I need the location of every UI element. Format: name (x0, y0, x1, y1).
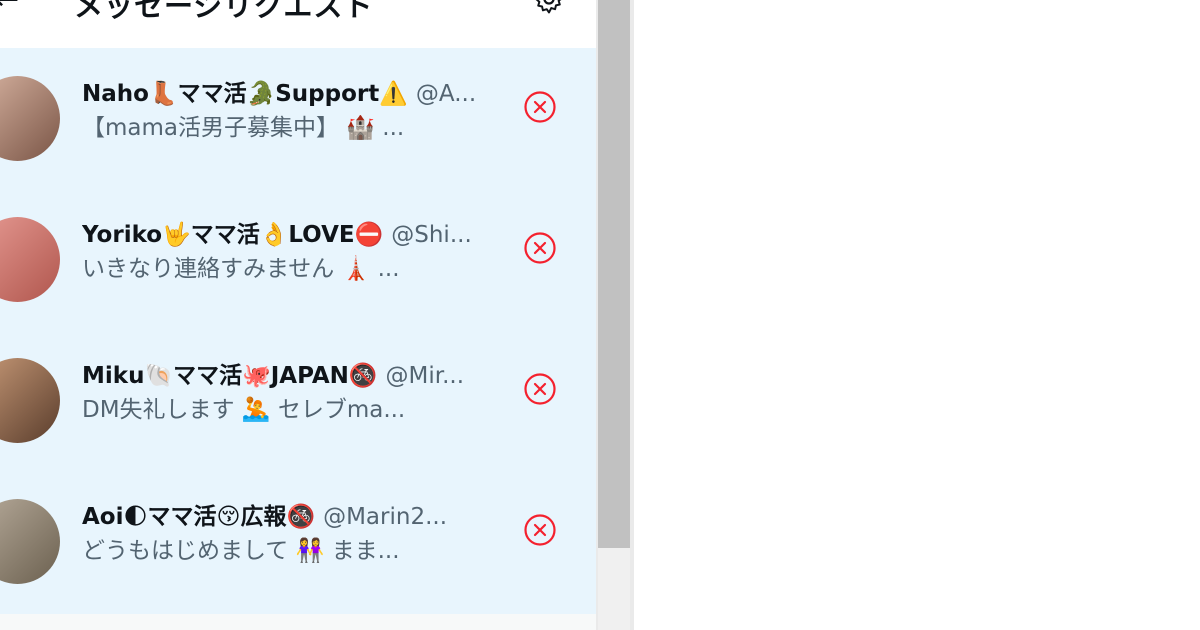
list-footer (0, 614, 596, 630)
request-list: Naho👢ママ活🐊Support⚠️ @A... 【mama活男子募集中】 🏰 .… (0, 48, 596, 614)
handle: @Mir... (385, 363, 465, 389)
avatar-image (0, 358, 60, 443)
display-name: Yoriko🤟ママ活👌LOVE⛔ (82, 222, 384, 248)
handle: @A... (415, 81, 477, 107)
request-row[interactable]: Yoriko🤟ママ活👌LOVE⛔ @Shi... いきなり連絡すみません 🗼 ..… (0, 189, 596, 330)
gear-icon[interactable] (532, 0, 566, 16)
message-requests-panel: ← メッセージリクエスト Naho👢ママ活🐊Support⚠️ @A... 【ma… (0, 0, 596, 630)
avatar[interactable] (0, 358, 60, 443)
display-name: Miku🐚ママ活🐙JAPAN🚳 (82, 363, 378, 389)
scrollbar-thumb[interactable] (598, 0, 630, 548)
avatar-image (0, 217, 60, 302)
page-title: メッセージリクエスト (74, 0, 374, 23)
display-name: Naho👢ママ活🐊Support⚠️ (82, 81, 408, 107)
message-preview: いきなり連絡すみません 🗼 ... (82, 256, 400, 282)
message-preview: どうもはじめまして 👭 まま... (82, 538, 400, 564)
scrollbar-track-lower[interactable] (598, 548, 630, 630)
x-circle-icon[interactable] (523, 231, 557, 265)
back-arrow-icon[interactable]: ← (0, 0, 19, 17)
avatar[interactable] (0, 499, 60, 584)
request-row[interactable]: Aoi🌓ママ活😚広報🚳 @Marin2... どうもはじめまして 👭 まま... (0, 471, 596, 612)
display-name: Aoi🌓ママ活😚広報🚳 (82, 504, 316, 530)
avatar[interactable] (0, 217, 60, 302)
request-row[interactable]: Miku🐚ママ活🐙JAPAN🚳 @Mir... DM失礼します 🤽 セレブma..… (0, 330, 596, 471)
handle: @Marin2... (323, 504, 448, 530)
x-circle-icon[interactable] (523, 372, 557, 406)
message-preview: DM失礼します 🤽 セレブma... (82, 397, 406, 423)
avatar-image (0, 499, 60, 584)
header: ← メッセージリクエスト (0, 0, 596, 48)
request-row[interactable]: Naho👢ママ活🐊Support⚠️ @A... 【mama活男子募集中】 🏰 .… (0, 48, 596, 189)
message-preview: 【mama活男子募集中】 🏰 ... (82, 115, 405, 141)
x-circle-icon[interactable] (523, 90, 557, 124)
x-circle-icon[interactable] (523, 513, 557, 547)
avatar[interactable] (0, 76, 60, 161)
handle: @Shi... (391, 222, 472, 248)
avatar-image (0, 76, 60, 161)
